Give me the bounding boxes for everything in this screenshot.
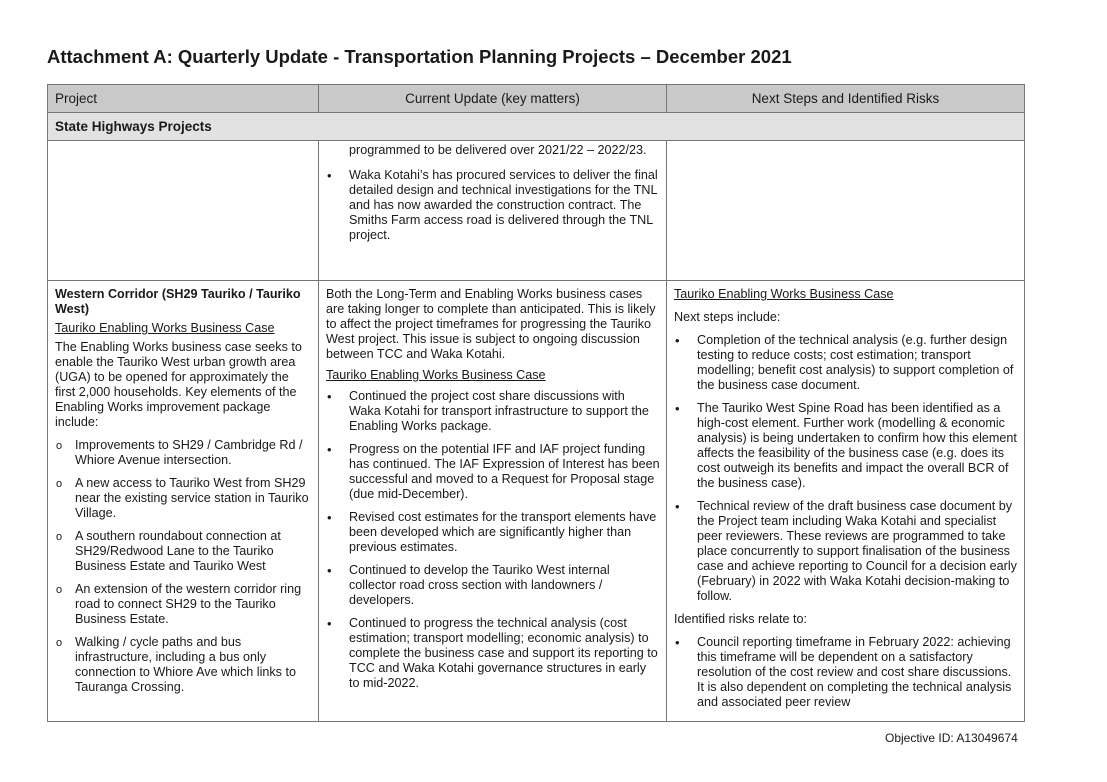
next-steps-cell <box>666 140 1025 281</box>
update-list: Waka Kotahi’s has procured services to d… <box>326 168 660 243</box>
project-cell: Western Corridor (SH29 Tauriko / Tauriko… <box>47 280 319 722</box>
table-row: Western Corridor (SH29 Tauriko / Tauriko… <box>47 280 1025 722</box>
table-header-row: Project Current Update (key matters) Nex… <box>47 84 1025 113</box>
project-cell <box>47 140 319 281</box>
risks-list: Council reporting timeframe in February … <box>674 635 1018 710</box>
list-item: An extension of the western corridor rin… <box>55 582 312 627</box>
list-item: Technical review of the draft business c… <box>674 499 1018 604</box>
list-item: Revised cost estimates for the transport… <box>326 510 660 555</box>
page-title: Attachment A: Quarterly Update - Transpo… <box>47 46 792 67</box>
next-steps-cell: Tauriko Enabling Works Business Case Nex… <box>666 280 1025 722</box>
list-item: The Tauriko West Spine Road has been ide… <box>674 401 1018 491</box>
list-item: Waka Kotahi’s has procured services to d… <box>326 168 660 243</box>
next-subheading: Tauriko Enabling Works Business Case <box>674 287 894 301</box>
project-elements-list: Improvements to SH29 / Cambridge Rd / Wh… <box>55 438 312 695</box>
header-next-steps: Next Steps and Identified Risks <box>666 84 1025 113</box>
list-item: A new access to Tauriko West from SH29 n… <box>55 476 312 521</box>
list-item: Continued the project cost share discuss… <box>326 389 660 434</box>
list-item: Progress on the potential IFF and IAF pr… <box>326 442 660 502</box>
risks-label: Identified risks relate to: <box>674 612 807 626</box>
update-intro: Both the Long-Term and Enabling Works bu… <box>326 287 656 361</box>
list-item: A southern roundabout connection at SH29… <box>55 529 312 574</box>
update-list: Continued the project cost share discuss… <box>326 389 660 691</box>
projects-table: Project Current Update (key matters) Nex… <box>47 84 1025 722</box>
update-cell: programmed to be delivered over 2021/22 … <box>318 140 667 281</box>
header-current-update: Current Update (key matters) <box>318 84 667 113</box>
objective-id: Objective ID: A13049674 <box>885 731 1018 745</box>
next-steps-label: Next steps include: <box>674 310 781 324</box>
list-item: Continued to develop the Tauriko West in… <box>326 563 660 608</box>
list-item: Completion of the technical analysis (e.… <box>674 333 1018 393</box>
section-heading: State Highways Projects <box>47 112 1025 141</box>
update-cell: Both the Long-Term and Enabling Works bu… <box>318 280 667 722</box>
project-subheading: Tauriko Enabling Works Business Case <box>55 321 275 335</box>
list-item: Continued to progress the technical anal… <box>326 616 660 691</box>
update-subheading: Tauriko Enabling Works Business Case <box>326 368 546 382</box>
list-item: Council reporting timeframe in February … <box>674 635 1018 710</box>
list-item: Walking / cycle paths and bus infrastruc… <box>55 635 312 695</box>
project-name: Western Corridor (SH29 Tauriko / Tauriko… <box>55 287 301 316</box>
header-project: Project <box>47 84 319 113</box>
list-item: Improvements to SH29 / Cambridge Rd / Wh… <box>55 438 312 468</box>
continued-text: programmed to be delivered over 2021/22 … <box>349 143 647 157</box>
table-row: programmed to be delivered over 2021/22 … <box>47 140 1025 281</box>
next-steps-list: Completion of the technical analysis (e.… <box>674 333 1018 604</box>
project-intro: The Enabling Works business case seeks t… <box>55 340 302 429</box>
section-row: State Highways Projects <box>47 112 1025 141</box>
